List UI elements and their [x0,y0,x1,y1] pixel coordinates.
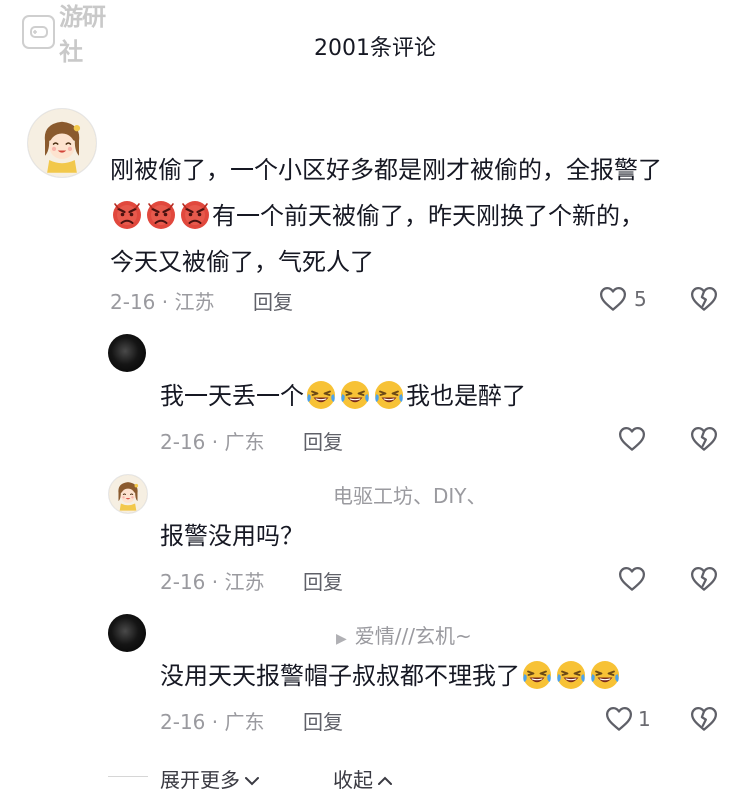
reply-author[interactable]: 电驱工坊、DIY、 [333,480,487,509]
dislike-broken-heart-icon[interactable] [689,564,719,594]
reply-text-before: 我一天丢一个 [160,382,304,410]
reply-button[interactable]: 回复 [303,706,343,735]
comment-text: 刚被偷了，一个小区好多都是刚才被偷的，全报警了 有一个前天被偷了，昨天刚换了个新… [110,147,740,285]
reply-text-main: 没用天天报警帽子叔叔都不理我了 [160,662,520,690]
expand-more-label: 展开更多 [160,768,240,792]
reply-author[interactable]: 爱情///玄机~ [355,624,472,648]
reply-text-after: 我也是醉了 [406,382,526,410]
comment-line-1: 刚被偷了，一个小区好多都是刚才被偷的，全报警了 [110,156,662,184]
laugh-cry-icon [521,659,553,691]
laugh-cry-icon [373,379,405,411]
reply-avatar[interactable] [108,614,146,652]
reply-button[interactable]: 回复 [253,286,293,315]
angry-face-icon [145,199,177,231]
angry-face-icon [111,199,143,231]
play-triangle-icon: ▶ [336,631,347,647]
chevron-down-icon [244,768,260,792]
dislike-broken-heart-icon[interactable] [689,704,719,734]
collapse-label: 收起 [333,768,373,792]
reply-avatar[interactable] [108,474,148,514]
like-heart-icon[interactable] [617,424,647,454]
reply-author-line: ▶ 爱情///玄机~ [336,620,472,649]
dislike-broken-heart-icon[interactable] [689,284,719,314]
comment-line-3: 今天又被偷了，气死人了 [110,248,374,276]
laugh-cry-icon [339,379,371,411]
angry-face-icon [179,199,211,231]
collapse-button[interactable]: 收起 [333,764,393,793]
reply-text: 没用天天报警帽子叔叔都不理我了 [160,653,622,699]
reply-text: 报警没用吗？ [160,522,304,550]
laugh-cry-icon [589,659,621,691]
dislike-broken-heart-icon[interactable] [689,424,719,454]
like-heart-icon[interactable] [604,704,634,734]
footer-divider [108,776,148,777]
reply-date-location: 2-16 · 广东 [160,430,265,454]
like-count: 1 [638,707,651,731]
reply-date-location: 2-16 · 江苏 [160,570,265,594]
comment-line-2-text: 有一个前天被偷了，昨天刚换了个新的， [212,202,644,230]
chevron-up-icon [377,768,393,792]
comment-date-location: 2-16 · 江苏 [110,290,215,314]
reply-button[interactable]: 回复 [303,566,343,595]
reply-button[interactable]: 回复 [303,426,343,455]
reply-avatar[interactable] [108,334,146,372]
laugh-cry-icon [555,659,587,691]
reply-text: 我一天丢一个 我也是醉了 [160,373,526,419]
comments-count-title: 2001条评论 [314,36,436,61]
laugh-cry-icon [305,379,337,411]
like-heart-icon[interactable] [617,564,647,594]
like-count: 5 [634,287,647,311]
expand-more-button[interactable]: 展开更多 [160,764,260,793]
reply-date-location: 2-16 · 广东 [160,710,265,734]
like-heart-icon[interactable] [598,284,628,314]
avatar[interactable] [27,108,97,178]
comment-line-2: 有一个前天被偷了，昨天刚换了个新的， [110,193,740,239]
